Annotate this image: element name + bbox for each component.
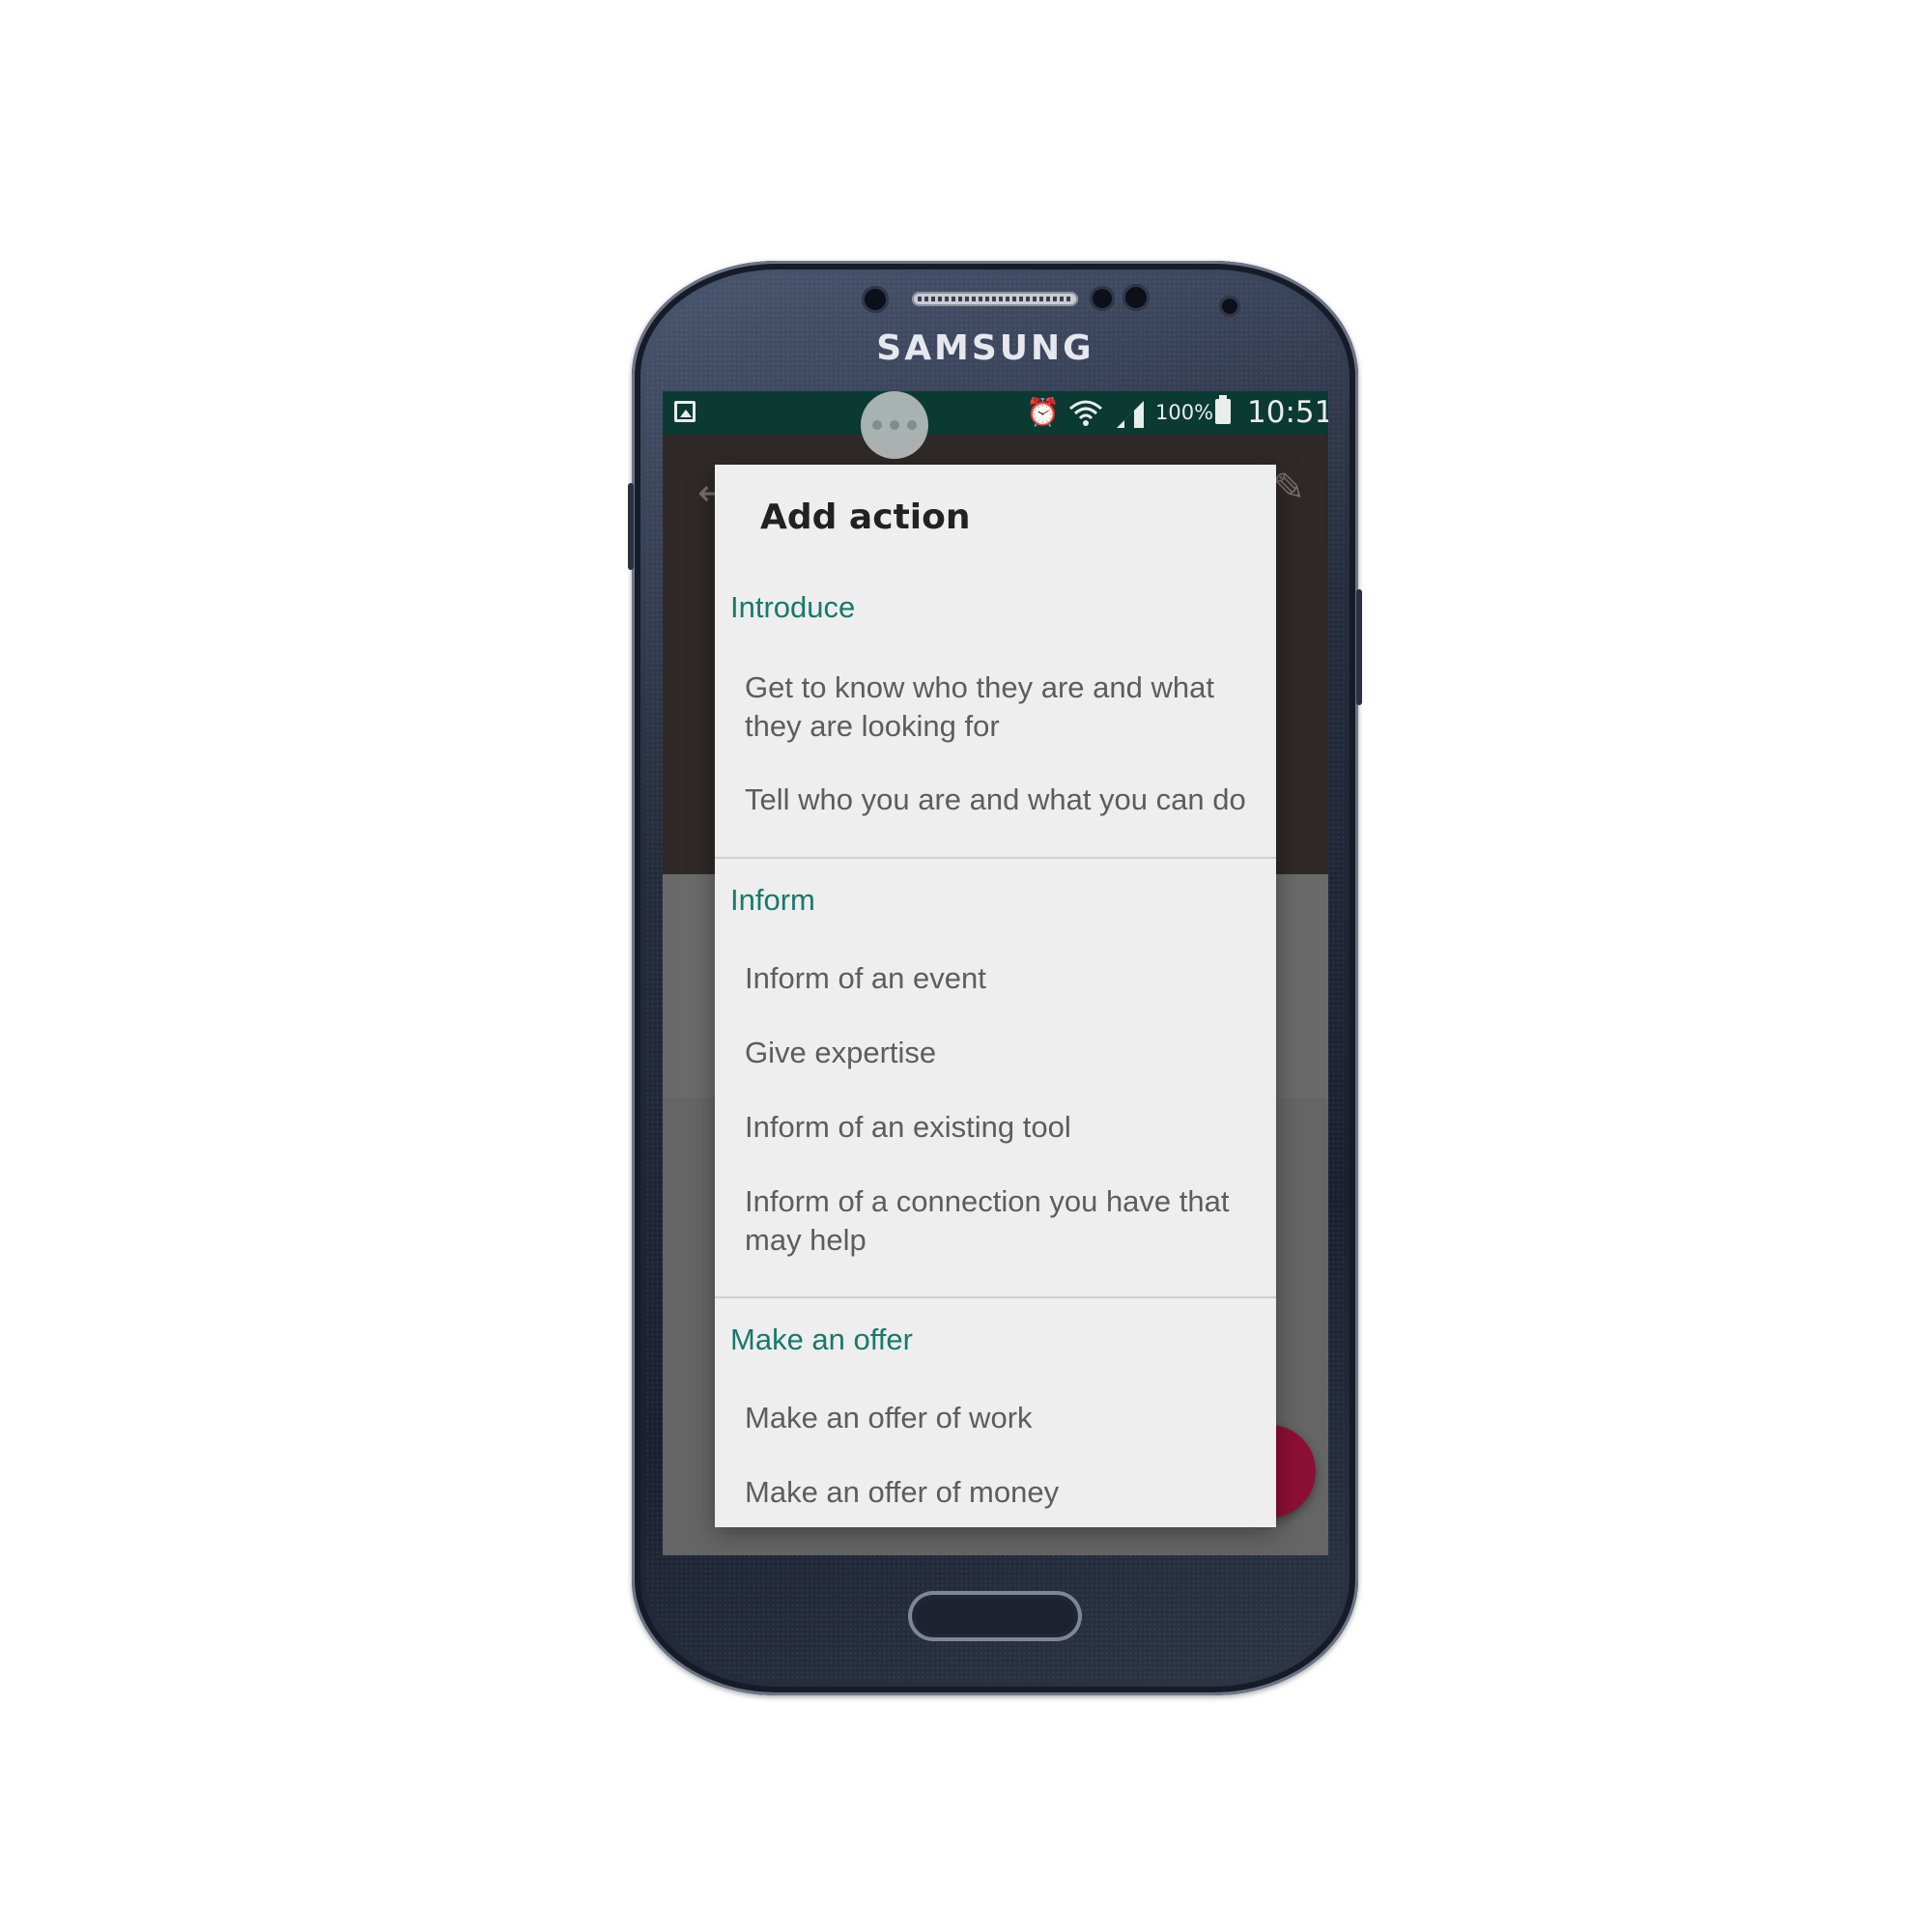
action-item[interactable]: Make an offer of money: [745, 1473, 1247, 1512]
bubble-dot: [890, 420, 899, 430]
bubble-dot: [872, 420, 882, 430]
section-divider: [715, 1296, 1276, 1298]
power-button: [1356, 589, 1362, 705]
section-heading-make-an-offer: Make an offer: [730, 1322, 913, 1356]
front-camera: [1219, 296, 1240, 317]
action-item[interactable]: Inform of an event: [745, 959, 1247, 998]
home-button[interactable]: [908, 1591, 1082, 1641]
action-item[interactable]: Tell who you are and what you can do: [745, 781, 1247, 819]
light-sensor: [1090, 286, 1115, 311]
alarm-icon: ⏰: [1026, 396, 1060, 428]
proximity-sensor: [862, 286, 889, 313]
action-item[interactable]: Inform of a connection you have that may…: [745, 1182, 1247, 1260]
volume-button: [628, 483, 634, 570]
wifi-icon: [1069, 400, 1102, 426]
section-heading-inform: Inform: [730, 883, 815, 917]
chat-head-bubble[interactable]: [861, 391, 928, 459]
section-heading-introduce: Introduce: [730, 590, 856, 624]
earpiece-speaker: [912, 292, 1078, 306]
edit-pencil-icon[interactable]: ✎: [1272, 466, 1305, 510]
bubble-dot: [907, 420, 917, 430]
action-item[interactable]: Give expertise: [745, 1034, 1247, 1072]
section-divider: [715, 857, 1276, 859]
gallery-icon: [674, 401, 696, 422]
dialog-title: Add action: [760, 497, 971, 537]
screen: ⏰ 100% 10:51 ← ✎ Add action Introduce Ge…: [663, 391, 1328, 1555]
action-item[interactable]: Get to know who they are and what they a…: [745, 668, 1247, 746]
signal-icon: [1117, 401, 1144, 428]
action-item[interactable]: Inform of an existing tool: [745, 1108, 1247, 1147]
clock: 10:51: [1247, 395, 1328, 430]
add-action-dialog: Add action Introduce Get to know who the…: [715, 465, 1276, 1527]
status-bar: ⏰ 100% 10:51: [663, 391, 1328, 435]
battery-icon: [1215, 395, 1231, 424]
action-item[interactable]: Make an offer of work: [745, 1399, 1247, 1437]
ir-sensor: [1122, 284, 1150, 311]
battery-percent: 100%: [1155, 401, 1214, 424]
brand-logo: SAMSUNG: [876, 328, 1094, 368]
